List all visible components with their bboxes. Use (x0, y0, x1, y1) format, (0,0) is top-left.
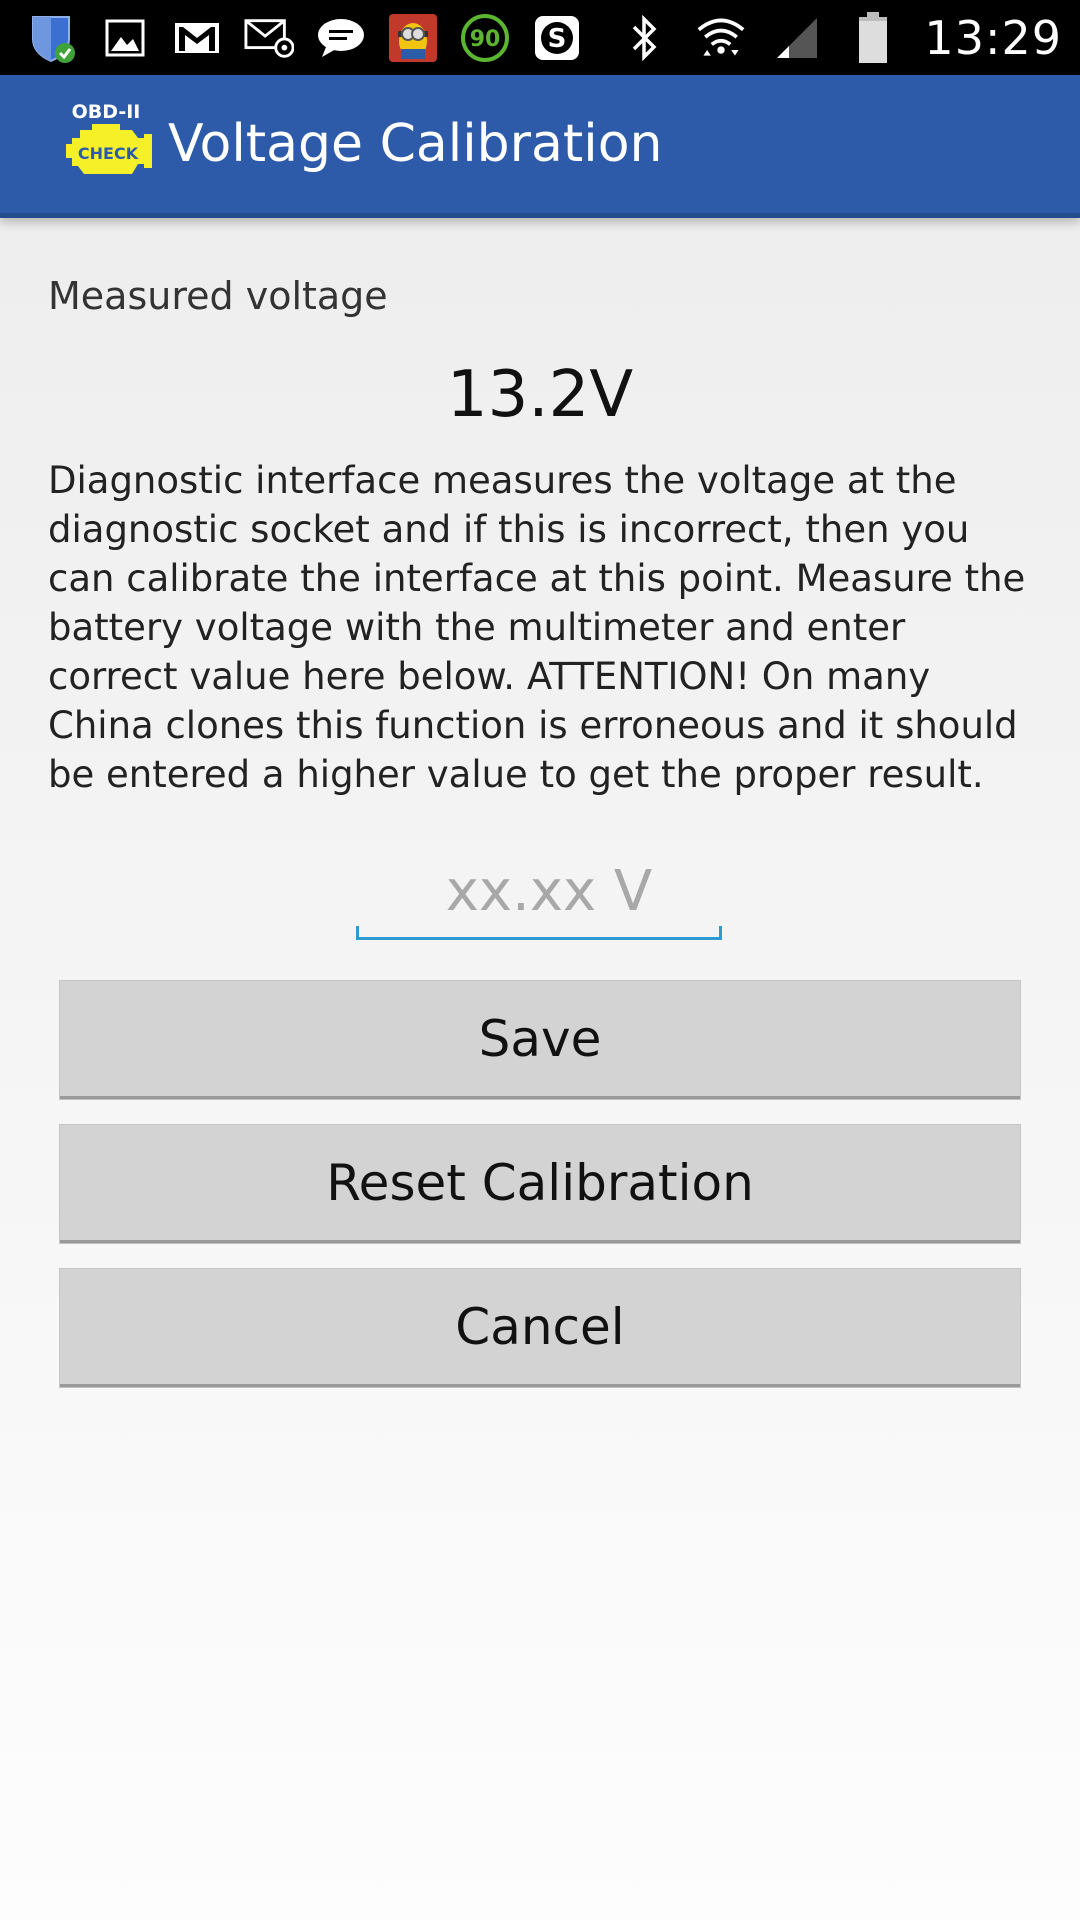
image-icon (100, 13, 150, 63)
notification-area: 90 S (28, 13, 582, 63)
obd-check-engine-logo-icon[interactable]: OBD-II CHECK (62, 98, 154, 190)
voltage-input[interactable] (356, 848, 722, 934)
reset-calibration-button[interactable]: Reset Calibration (60, 1125, 1020, 1243)
measured-voltage-value: 13.2V (446, 358, 634, 432)
battery-icon (848, 11, 898, 63)
bluetooth-icon (620, 13, 670, 63)
page-title: Voltage Calibration (168, 114, 663, 174)
logo-obd-text: OBD-II (72, 101, 141, 123)
signal-icon (772, 13, 822, 63)
action-bar: OBD-II CHECK Voltage Calibration (0, 75, 1080, 218)
chat-bubble-icon (316, 13, 366, 63)
logo-check-text: CHECK (78, 144, 139, 163)
measured-voltage-label: Measured voltage (48, 274, 388, 318)
speed-90-icon: 90 (460, 13, 510, 63)
system-tray: 13:29 (620, 11, 1062, 65)
skype-label: S (548, 24, 567, 54)
gmail-icon (172, 13, 222, 63)
status-time: 13:29 (924, 10, 1062, 65)
email-icon (244, 13, 294, 63)
voltage-input-underline (356, 926, 722, 940)
calibration-description: Diagnostic interface measures the voltag… (48, 459, 1026, 796)
voltage-input-container (356, 848, 722, 940)
status-bar: 90 S 13:29 (0, 0, 1080, 75)
speed-90-label: 90 (470, 27, 501, 52)
skype-icon: S (532, 13, 582, 63)
save-button[interactable]: Save (60, 981, 1020, 1099)
wifi-icon (696, 13, 746, 63)
shield-check-icon (28, 13, 78, 63)
cancel-button[interactable]: Cancel (60, 1269, 1020, 1387)
minion-app-icon (388, 13, 438, 63)
